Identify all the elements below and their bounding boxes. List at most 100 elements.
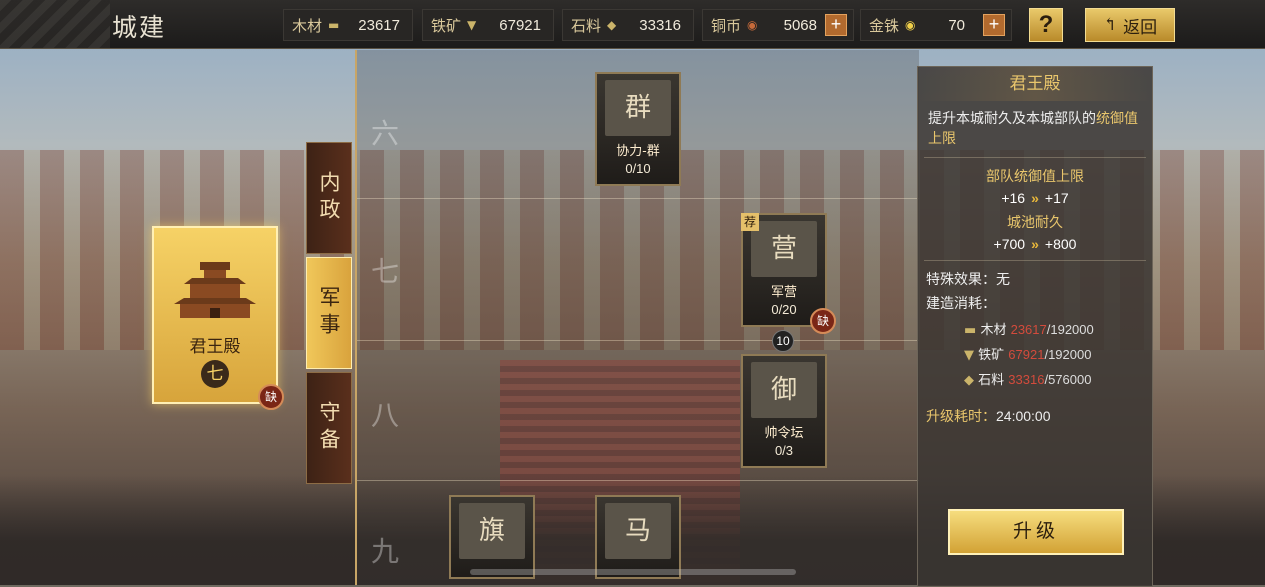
- node-name: 帅令坛: [764, 426, 804, 441]
- cost-need: /192000: [1044, 347, 1092, 362]
- building-level: 七: [201, 360, 229, 388]
- resource-value: 70: [948, 16, 965, 34]
- back-button[interactable]: ↰ 返回: [1085, 8, 1175, 42]
- resource-iron: 铁矿 ▼ 67921: [422, 9, 554, 41]
- flag-upgrade-icon: 旗: [459, 503, 525, 559]
- special-effect-label: 特殊效果：: [926, 272, 996, 288]
- copper-coin-icon: ◉: [747, 18, 758, 32]
- add-gold-button[interactable]: +: [983, 14, 1005, 36]
- building-name: 君王殿: [189, 337, 241, 357]
- banner-icon: 群: [605, 80, 671, 136]
- stat-values: +700 » +800: [918, 236, 1152, 252]
- gold-coin-icon: ◉: [905, 18, 916, 32]
- building-node-xieli[interactable]: 群 协力-群 0/10: [595, 72, 681, 186]
- scroll-indicator[interactable]: [470, 569, 796, 575]
- resource-value: 23617: [358, 16, 400, 34]
- cost-row-stone: ◆ 石料 33316/576000: [964, 369, 1152, 388]
- stone-icon: ◆: [964, 373, 974, 388]
- divider: [924, 157, 1146, 158]
- double-arrow-icon: »: [1031, 236, 1039, 252]
- tab-military[interactable]: 军事: [306, 257, 352, 369]
- info-title: 君王殿: [918, 67, 1152, 101]
- top-bar: 城建 木材 ▬ 23617 铁矿 ▼ 67921 石料 ◆ 33316 铜币 ◉…: [0, 0, 1265, 49]
- upgrade-time-label: 升级耗时：: [926, 409, 996, 425]
- cost-need: /576000: [1044, 372, 1092, 387]
- resource-value: 67921: [499, 16, 541, 34]
- pattern-decoration: [0, 0, 110, 48]
- back-arrow-icon: ↰: [1102, 15, 1118, 35]
- wood-icon: ▬: [964, 323, 977, 338]
- description-text: 提升本城耐久及本城部队的: [928, 111, 1096, 127]
- info-description: 提升本城耐久及本城部队的统御值上限: [928, 109, 1142, 149]
- tier-label: 八: [371, 399, 400, 432]
- node-name: 军营: [770, 285, 797, 300]
- recommended-tag: 荐: [741, 213, 759, 231]
- palace-icon: [174, 262, 256, 318]
- resource-label: 金铢: [869, 16, 900, 35]
- stat-next: +17: [1044, 190, 1069, 206]
- resource-copper: 铜币 ◉ 5068 +: [702, 9, 854, 41]
- resource-gold: 金铢 ◉ 70 +: [860, 9, 1012, 41]
- tier-divider: [357, 340, 919, 341]
- shortage-badge: 缺: [258, 384, 284, 410]
- node-count: 0/3: [774, 443, 794, 458]
- cost-need: /192000: [1046, 322, 1094, 337]
- anvil-icon: ▼: [467, 18, 477, 32]
- cost-have: 33316: [1008, 372, 1045, 387]
- resource-label: 石料: [571, 16, 602, 35]
- building-node-command-altar[interactable]: 御 帅令坛 0/3: [741, 354, 827, 468]
- building-node-horse[interactable]: 马: [595, 495, 681, 579]
- stone-icon: ◆: [607, 18, 617, 32]
- divider: [924, 260, 1146, 261]
- stat-current: +700: [993, 236, 1026, 252]
- help-button[interactable]: ?: [1029, 8, 1063, 42]
- tab-internal-affairs[interactable]: 内政: [306, 142, 352, 254]
- resource-label: 铁矿: [431, 16, 462, 35]
- stat-next: +800: [1044, 236, 1077, 252]
- selected-building-card[interactable]: 君王殿 七 缺: [152, 226, 284, 410]
- upgrade-button[interactable]: 升级: [948, 509, 1124, 555]
- cost-name: 铁矿: [978, 348, 1005, 363]
- stat-label: 部队统御值上限: [986, 169, 1084, 185]
- tier-label: 九: [371, 535, 400, 568]
- tier-divider: [357, 198, 919, 199]
- altar-icon: 御: [751, 362, 817, 418]
- add-copper-button[interactable]: +: [825, 14, 847, 36]
- cost-name: 石料: [978, 373, 1005, 388]
- wood-icon: ▬: [328, 18, 340, 32]
- cost-label: 建造消耗：: [926, 296, 996, 312]
- cost-have: 23617: [1010, 322, 1047, 337]
- node-count: 0/10: [625, 161, 651, 176]
- resource-label: 木材: [292, 16, 323, 35]
- resource-wood: 木材 ▬ 23617: [283, 9, 413, 41]
- stat-values: +16 » +17: [918, 190, 1152, 206]
- double-arrow-icon: »: [1031, 190, 1039, 206]
- resource-stone: 石料 ◆ 33316: [562, 9, 694, 41]
- stat-current: +16: [1001, 190, 1026, 206]
- back-button-label: 返回: [1123, 17, 1158, 38]
- tier-divider: [357, 480, 919, 481]
- cost-name: 木材: [980, 323, 1007, 338]
- building-node-flag[interactable]: 旗: [449, 495, 535, 579]
- horse-upgrade-icon: 马: [605, 503, 671, 559]
- upgrade-time-value: 24:00:00: [996, 408, 1051, 424]
- tier-label: 七: [371, 255, 400, 288]
- level-requirement: 10: [772, 330, 794, 352]
- special-effect: 特殊效果：无: [926, 269, 1144, 289]
- resource-value: 5068: [783, 16, 817, 34]
- node-name: 协力-群: [616, 144, 660, 159]
- anvil-icon: ▼: [964, 348, 974, 363]
- shortage-badge: 缺: [810, 308, 836, 334]
- page-title: 城建: [112, 13, 167, 42]
- tier-label: 六: [371, 117, 400, 150]
- special-effect-value: 无: [996, 272, 1010, 288]
- tent-icon: 营: [751, 221, 817, 277]
- tab-defense[interactable]: 守备: [306, 372, 352, 484]
- cost-row-iron: ▼ 铁矿 67921/192000: [964, 344, 1152, 363]
- upgrade-time: 升级耗时：24:00:00: [926, 406, 1144, 426]
- stat-label: 城池耐久: [1007, 215, 1063, 231]
- cost-have: 67921: [1008, 347, 1045, 362]
- resource-label: 铜币: [711, 16, 742, 35]
- cost-row-wood: ▬ 木材 23617/192000: [964, 319, 1152, 338]
- resource-value: 33316: [639, 16, 681, 34]
